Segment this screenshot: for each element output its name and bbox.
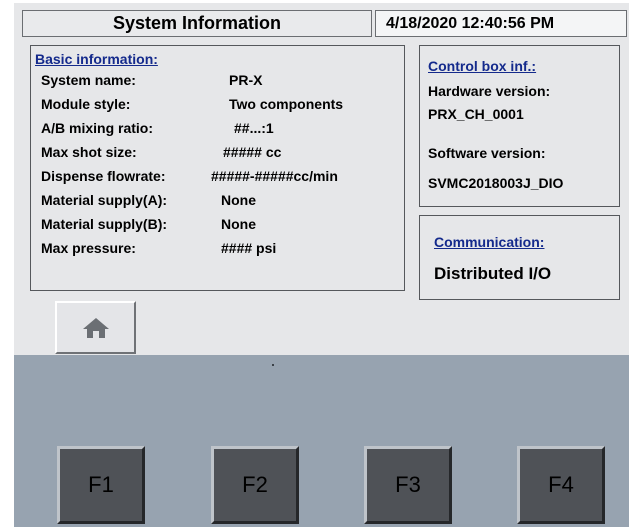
- f4-button[interactable]: F4: [517, 446, 605, 524]
- system-name-label: System name:: [41, 72, 136, 88]
- datetime-display: 4/18/2020 12:40:56 PM: [375, 10, 627, 37]
- software-version-label: Software version:: [428, 145, 546, 161]
- material-supply-a-label: Material supply(A):: [41, 192, 168, 208]
- basic-information-box: Basic information: System name: PR-X Mod…: [30, 45, 405, 291]
- hardware-version-label: Hardware version:: [428, 83, 551, 99]
- home-button[interactable]: [55, 301, 136, 354]
- home-icon: [82, 317, 109, 338]
- communication-box: Communication: Distributed I/O: [419, 215, 620, 300]
- basic-information-heading: Basic information:: [35, 51, 158, 67]
- mixing-ratio-value: ##...:1: [234, 120, 274, 136]
- hardware-version-value: PRX_CH_0001: [428, 106, 524, 122]
- f3-button[interactable]: F3: [364, 446, 452, 524]
- communication-heading: Communication:: [434, 234, 545, 250]
- f1-button[interactable]: F1: [57, 446, 145, 524]
- max-shot-size-value: ##### cc: [223, 144, 282, 160]
- max-pressure-label: Max pressure:: [41, 240, 136, 256]
- max-shot-size-label: Max shot size:: [41, 144, 137, 160]
- f2-button[interactable]: F2: [211, 446, 299, 524]
- control-box-heading: Control box inf.:: [428, 58, 537, 74]
- module-style-label: Module style:: [41, 96, 131, 112]
- material-supply-b-label: Material supply(B):: [41, 216, 168, 232]
- software-version-value: SVMC2018003J_DIO: [428, 175, 564, 191]
- module-style-value: Two components: [229, 96, 344, 112]
- panel-dot: [272, 364, 274, 366]
- page-title: System Information: [22, 10, 372, 37]
- material-supply-b-value: None: [221, 216, 256, 232]
- mixing-ratio-label: A/B mixing ratio:: [41, 120, 154, 136]
- hmi-screen: System Information 4/18/2020 12:40:56 PM…: [0, 0, 629, 527]
- dispense-flowrate-label: Dispense flowrate:: [41, 168, 166, 184]
- dispense-flowrate-value: #####-#####cc/min: [211, 168, 338, 184]
- max-pressure-value: #### psi: [221, 240, 277, 256]
- system-name-value: PR-X: [229, 72, 263, 88]
- control-box-info: Control box inf.: Hardware version: PRX_…: [419, 45, 620, 207]
- communication-value: Distributed I/O: [434, 264, 552, 283]
- material-supply-a-value: None: [221, 192, 256, 208]
